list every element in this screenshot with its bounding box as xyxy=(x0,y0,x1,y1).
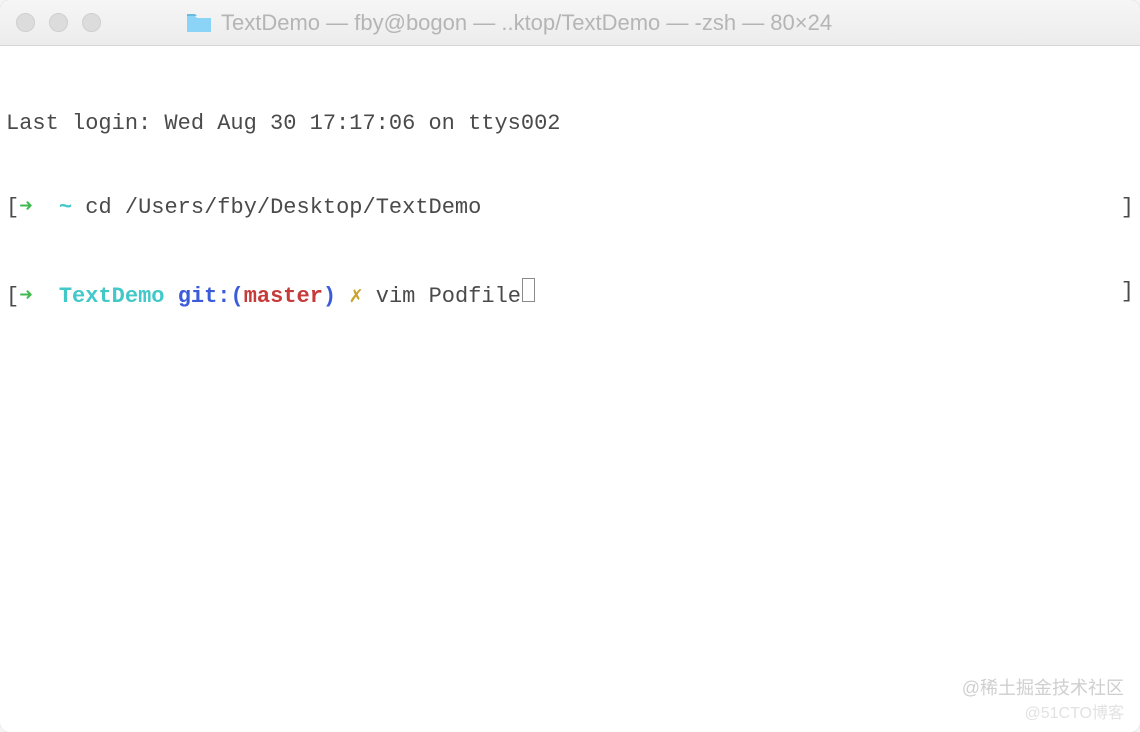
watermark-juejin: @稀土掘金技术社区 xyxy=(962,674,1124,702)
git-dirty-icon: ✗ xyxy=(349,283,362,311)
prompt-line-1: [➜ ~ cd /Users/fby/Desktop/TextDemo ] xyxy=(6,194,1134,222)
bracket-open: [ xyxy=(6,194,19,222)
bracket-close: ] xyxy=(1121,278,1134,311)
command-vim: vim Podfile xyxy=(376,283,521,311)
terminal-window: TextDemo — fby@bogon — ..ktop/TextDemo —… xyxy=(0,0,1140,732)
git-paren-close: ) xyxy=(323,283,336,311)
git-paren-open: ( xyxy=(231,283,244,311)
git-label: git: xyxy=(178,283,231,311)
window-title: TextDemo — fby@bogon — ..ktop/TextDemo —… xyxy=(185,10,832,36)
cwd-dirname: TextDemo xyxy=(59,283,165,311)
close-button[interactable] xyxy=(16,13,35,32)
maximize-button[interactable] xyxy=(82,13,101,32)
command-cd: cd /Users/fby/Desktop/TextDemo xyxy=(85,194,481,222)
window-title-text: TextDemo — fby@bogon — ..ktop/TextDemo —… xyxy=(221,10,832,36)
minimize-button[interactable] xyxy=(49,13,68,32)
cursor xyxy=(522,278,535,302)
terminal-content[interactable]: Last login: Wed Aug 30 17:17:06 on ttys0… xyxy=(0,46,1140,732)
git-branch: master xyxy=(244,283,323,311)
prompt-arrow-icon: ➜ xyxy=(19,283,32,311)
cwd-tilde: ~ xyxy=(59,194,72,222)
prompt-arrow-icon: ➜ xyxy=(19,194,32,222)
traffic-lights xyxy=(16,13,101,32)
last-login-text: Last login: Wed Aug 30 17:17:06 on ttys0… xyxy=(6,110,561,138)
last-login-line: Last login: Wed Aug 30 17:17:06 on ttys0… xyxy=(6,110,1134,138)
bracket-open: [ xyxy=(6,283,19,311)
window-titlebar[interactable]: TextDemo — fby@bogon — ..ktop/TextDemo —… xyxy=(0,0,1140,46)
prompt-line-2: [➜ TextDemo git:(master) ✗ vim Podfile ] xyxy=(6,278,1134,311)
watermark-51cto: @51CTO博客 xyxy=(1024,700,1124,728)
bracket-close: ] xyxy=(1121,194,1134,222)
folder-icon xyxy=(185,12,213,34)
